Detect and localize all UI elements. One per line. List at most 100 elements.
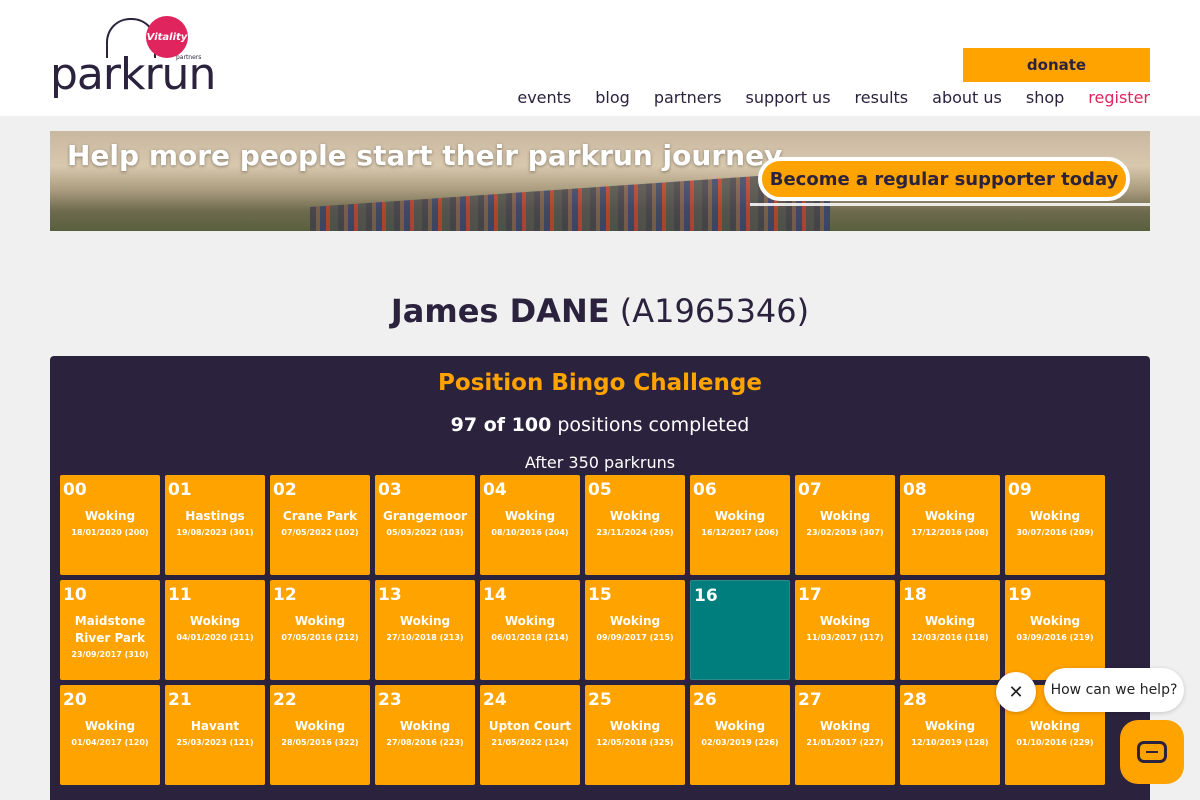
- bingo-cell-info: Woking 30/07/2016 (209): [1005, 508, 1105, 540]
- bingo-cell-number: 00: [63, 480, 87, 500]
- bingo-progress: 97 of 100 positions completed: [50, 414, 1150, 436]
- bingo-completed-suffix: positions completed: [557, 414, 750, 436]
- bingo-cell-date: 30/07/2016 (209): [1016, 528, 1094, 537]
- donate-button[interactable]: donate: [963, 48, 1150, 82]
- bingo-cell-info: Hastings 19/08/2023 (301): [165, 508, 265, 540]
- bingo-cell[interactable]: 08 Woking 17/12/2016 (208): [900, 475, 1000, 575]
- nav-support-us[interactable]: support us: [746, 88, 831, 107]
- athlete-heading: James DANE (A1965346): [0, 292, 1200, 330]
- bingo-cell[interactable]: 18 Woking 12/03/2016 (118): [900, 580, 1000, 680]
- bingo-cell[interactable]: 05 Woking 23/11/2024 (205): [585, 475, 685, 575]
- bingo-cell-date: 27/10/2018 (213): [386, 633, 464, 642]
- bingo-cell-info: Woking 23/11/2024 (205): [585, 508, 685, 540]
- bingo-cell[interactable]: 27 Woking 21/01/2017 (227): [795, 685, 895, 785]
- bingo-cell-number: 23: [378, 690, 402, 710]
- help-bubble[interactable]: How can we help?: [1044, 668, 1184, 712]
- bingo-cell-date: 01/10/2016 (229): [1016, 738, 1094, 747]
- bingo-cell[interactable]: 03 Grangemoor 05/03/2022 (103): [375, 475, 475, 575]
- bingo-cell-info: Woking 08/10/2016 (204): [480, 508, 580, 540]
- bingo-cell[interactable]: 17 Woking 11/03/2017 (117): [795, 580, 895, 680]
- bingo-cell-event: Woking: [504, 614, 556, 628]
- close-icon: ✕: [1008, 681, 1024, 703]
- bingo-cell-number: 13: [378, 585, 402, 605]
- bingo-cell-event: Woking: [504, 509, 556, 523]
- bingo-cell[interactable]: 14 Woking 06/01/2018 (214): [480, 580, 580, 680]
- bingo-cell[interactable]: 09 Woking 30/07/2016 (209): [1005, 475, 1105, 575]
- bingo-cell[interactable]: 11 Woking 04/01/2020 (211): [165, 580, 265, 680]
- bingo-cell-info: Woking 01/04/2017 (120): [60, 718, 160, 750]
- bingo-cell-date: 04/01/2020 (211): [176, 633, 254, 642]
- bingo-cell-info: Woking 27/10/2018 (213): [375, 613, 475, 645]
- bingo-cell[interactable]: 21 Havant 25/03/2023 (121): [165, 685, 265, 785]
- bingo-cell[interactable]: 22 Woking 28/05/2016 (322): [270, 685, 370, 785]
- bingo-cell-event: Woking: [819, 719, 871, 733]
- nav-blog[interactable]: blog: [595, 88, 630, 107]
- bingo-cell-info: Woking 12/05/2018 (325): [585, 718, 685, 750]
- bingo-cell[interactable]: 06 Woking 16/12/2017 (206): [690, 475, 790, 575]
- bingo-cell-date: 09/09/2017 (215): [596, 633, 674, 642]
- nav-events[interactable]: events: [517, 88, 571, 107]
- close-help-button[interactable]: ✕: [996, 672, 1036, 712]
- bingo-cell[interactable]: 07 Woking 23/02/2019 (307): [795, 475, 895, 575]
- bingo-cell-date: 17/12/2016 (208): [911, 528, 989, 537]
- supporter-banner[interactable]: Help more people start their parkrun jou…: [50, 131, 1150, 231]
- bingo-cell-date: 21/05/2022 (124): [491, 738, 569, 747]
- bingo-cell-number: 11: [168, 585, 192, 605]
- bingo-cell-info: Woking 21/01/2017 (227): [795, 718, 895, 750]
- bingo-completed-count: 97 of 100: [450, 414, 552, 436]
- bingo-cell-event: Woking: [819, 614, 871, 628]
- bingo-cell-date: 23/11/2024 (205): [596, 528, 674, 537]
- bingo-cell-date: 07/05/2022 (102): [281, 528, 359, 537]
- banner-rail-image: [750, 203, 1150, 206]
- bingo-cell-date: 05/03/2022 (103): [386, 528, 464, 537]
- nav-partners[interactable]: partners: [654, 88, 722, 107]
- bingo-cell[interactable]: 25 Woking 12/05/2018 (325): [585, 685, 685, 785]
- bingo-cell[interactable]: 00 Woking 18/01/2020 (200): [60, 475, 160, 575]
- bingo-cell[interactable]: 24 Upton Court 21/05/2022 (124): [480, 685, 580, 785]
- bingo-cell[interactable]: 16: [690, 580, 790, 680]
- bingo-cell-event: Woking: [924, 509, 976, 523]
- bingo-cell-info: Woking 12/03/2016 (118): [900, 613, 1000, 645]
- bingo-cell-date: 12/05/2018 (325): [596, 738, 674, 747]
- bingo-cell-number: 24: [483, 690, 507, 710]
- bingo-cell[interactable]: 13 Woking 27/10/2018 (213): [375, 580, 475, 680]
- bingo-cell-number: 09: [1008, 480, 1032, 500]
- bingo-cell[interactable]: 20 Woking 01/04/2017 (120): [60, 685, 160, 785]
- bingo-cell-event: Woking: [294, 614, 346, 628]
- athlete-id: (A1965346): [619, 292, 810, 330]
- bingo-cell-event: Woking: [714, 509, 766, 523]
- nav-results[interactable]: results: [855, 88, 909, 107]
- bingo-cell-number: 22: [273, 690, 297, 710]
- chat-button[interactable]: [1120, 720, 1184, 784]
- bingo-cell-number: 19: [1008, 585, 1032, 605]
- bingo-cell-date: 02/03/2019 (226): [701, 738, 779, 747]
- bingo-cell[interactable]: 01 Hastings 19/08/2023 (301): [165, 475, 265, 575]
- bingo-cell[interactable]: 19 Woking 03/09/2016 (219): [1005, 580, 1105, 680]
- become-supporter-button[interactable]: Become a regular supporter today: [758, 157, 1130, 201]
- bingo-cell[interactable]: 15 Woking 09/09/2017 (215): [585, 580, 685, 680]
- bingo-cell-number: 25: [588, 690, 612, 710]
- bingo-cell-info: Woking 07/05/2016 (212): [270, 613, 370, 645]
- bingo-cell-info: Woking 27/08/2016 (223): [375, 718, 475, 750]
- bingo-cell-number: 07: [798, 480, 822, 500]
- bingo-cell[interactable]: 12 Woking 07/05/2016 (212): [270, 580, 370, 680]
- bingo-cell[interactable]: 23 Woking 27/08/2016 (223): [375, 685, 475, 785]
- bingo-cell-date: 06/01/2018 (214): [491, 633, 569, 642]
- bingo-cell[interactable]: 28 Woking 12/10/2019 (128): [900, 685, 1000, 785]
- bingo-cell[interactable]: 10 Maidstone River Park 23/09/2017 (310): [60, 580, 160, 680]
- bingo-cell-date: 27/08/2016 (223): [386, 738, 464, 747]
- nav-shop[interactable]: shop: [1026, 88, 1064, 107]
- bingo-cell[interactable]: 26 Woking 02/03/2019 (226): [690, 685, 790, 785]
- nav-register[interactable]: register: [1088, 88, 1150, 107]
- bingo-cell-number: 15: [588, 585, 612, 605]
- bingo-cell-info: Woking 12/10/2019 (128): [900, 718, 1000, 750]
- bingo-cell-date: 23/02/2019 (307): [806, 528, 884, 537]
- bingo-cell[interactable]: 04 Woking 08/10/2016 (204): [480, 475, 580, 575]
- nav-about-us[interactable]: about us: [932, 88, 1002, 107]
- parkrun-logo[interactable]: Vitality partners parkrun: [50, 14, 220, 104]
- logo-text: parkrun: [50, 49, 216, 100]
- bingo-cell-event: Woking: [189, 614, 241, 628]
- athlete-name: James DANE: [390, 292, 610, 330]
- bingo-cell[interactable]: 02 Crane Park 07/05/2022 (102): [270, 475, 370, 575]
- bingo-cell-info: Maidstone River Park 23/09/2017 (310): [60, 613, 160, 662]
